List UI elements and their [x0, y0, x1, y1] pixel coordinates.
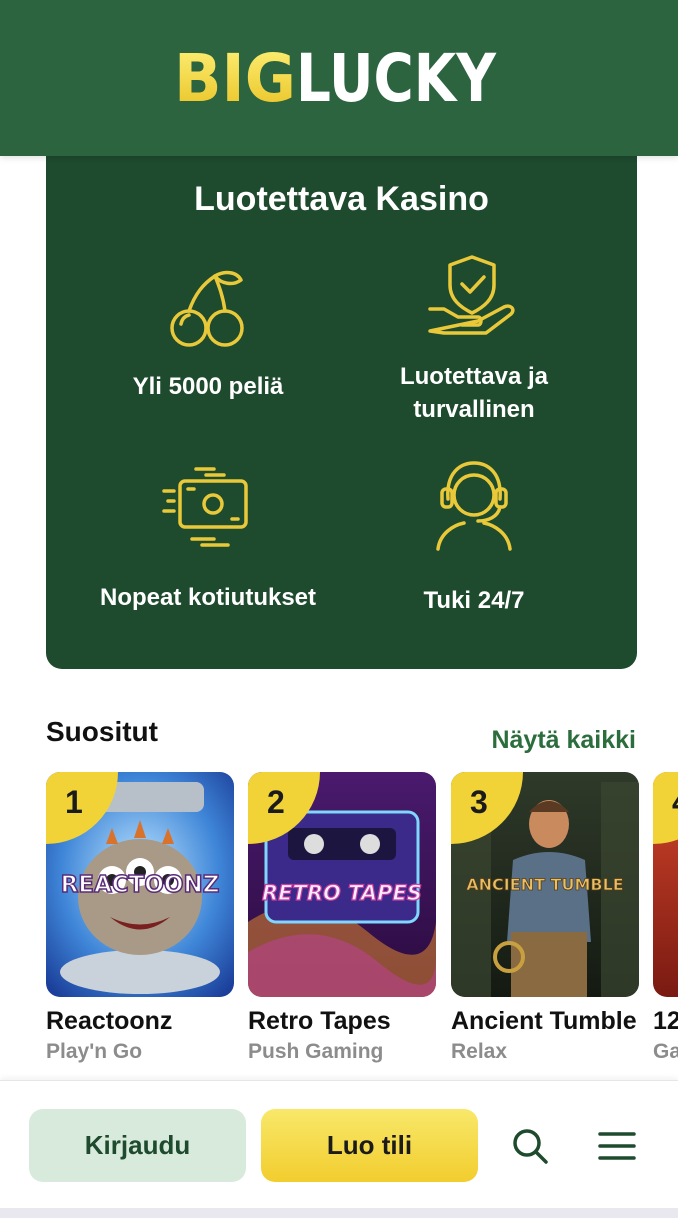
search-button[interactable] [505, 1121, 555, 1171]
money-icon [162, 467, 248, 547]
logo-lucky-text: LUCKY [296, 43, 497, 113]
popular-games-carousel[interactable]: REACTOONZ 1 Reactoonz Play'n Go RETRO TA… [46, 772, 678, 1072]
game-provider: Ga [653, 1040, 678, 1063]
headset-icon [436, 461, 512, 551]
hamburger-menu-icon [598, 1132, 636, 1160]
feature-withdrawals: Nopeat kotiutukset [73, 461, 343, 614]
game-card[interactable]: 4 12 Ga [653, 772, 678, 1064]
feature-trusted: Luotettava ja turvallinen [339, 251, 609, 426]
game-art-title: REACTOONZ [61, 872, 220, 898]
game-thumbnail[interactable]: 4 [653, 772, 678, 997]
signup-button[interactable]: Luo tili [261, 1109, 478, 1182]
feature-label-trusted: Luotettava ja turvallinen [399, 363, 549, 423]
cherries-icon [170, 270, 244, 347]
site-header: BIG LUCKY [0, 0, 678, 156]
rank-badge: 4 [653, 772, 678, 844]
game-provider: Push Gaming [248, 1040, 384, 1063]
trust-features-card: Luotettava Kasino Yli 5000 peliä Luotett… [46, 156, 637, 669]
game-name[interactable]: Retro Tapes [248, 1007, 436, 1036]
game-thumbnail[interactable]: REACTOONZ 1 [46, 772, 234, 997]
game-card[interactable]: ANCIENT TUMBLE 3 Ancient Tumble Relax [451, 772, 639, 1064]
feature-support: Tuki 24/7 [339, 459, 609, 617]
popular-section-title: Suositut [46, 716, 158, 747]
menu-button[interactable] [592, 1121, 642, 1171]
game-name[interactable]: Reactoonz [46, 1007, 234, 1036]
game-card[interactable]: REACTOONZ 1 Reactoonz Play'n Go [46, 772, 234, 1064]
game-thumbnail[interactable]: ANCIENT TUMBLE 3 [451, 772, 639, 997]
system-bottom-strip [0, 1208, 678, 1218]
feature-label-games: Yli 5000 peliä [132, 373, 284, 400]
biglucky-logo[interactable]: BIG LUCKY [174, 43, 504, 113]
game-provider: Play'n Go [46, 1040, 143, 1063]
login-button[interactable]: Kirjaudu [29, 1109, 246, 1182]
game-thumbnail[interactable]: RETRO TAPES 2 [248, 772, 436, 997]
feature-games: Yli 5000 peliä [73, 266, 343, 403]
game-name[interactable]: Ancient Tumble [451, 1007, 639, 1036]
game-card[interactable]: RETRO TAPES 2 Retro Tapes Push Gaming [248, 772, 436, 1064]
game-name[interactable]: 12 [653, 1007, 678, 1036]
shield-hand-icon [428, 255, 515, 335]
show-all-link[interactable]: Näytä kaikki [491, 726, 636, 755]
feature-label-support: Tuki 24/7 [423, 587, 525, 614]
feature-label-withdrawals: Nopeat kotiutukset [99, 584, 317, 611]
game-art-title: ANCIENT TUMBLE [466, 875, 623, 894]
search-icon [513, 1129, 548, 1164]
bottom-action-bar: Kirjaudu Luo tili [0, 1080, 678, 1208]
logo-big-text: BIG [174, 43, 296, 113]
features-title: Luotettava Kasino [194, 180, 489, 218]
game-art-title: RETRO TAPES [262, 881, 422, 905]
game-provider: Relax [451, 1040, 508, 1063]
